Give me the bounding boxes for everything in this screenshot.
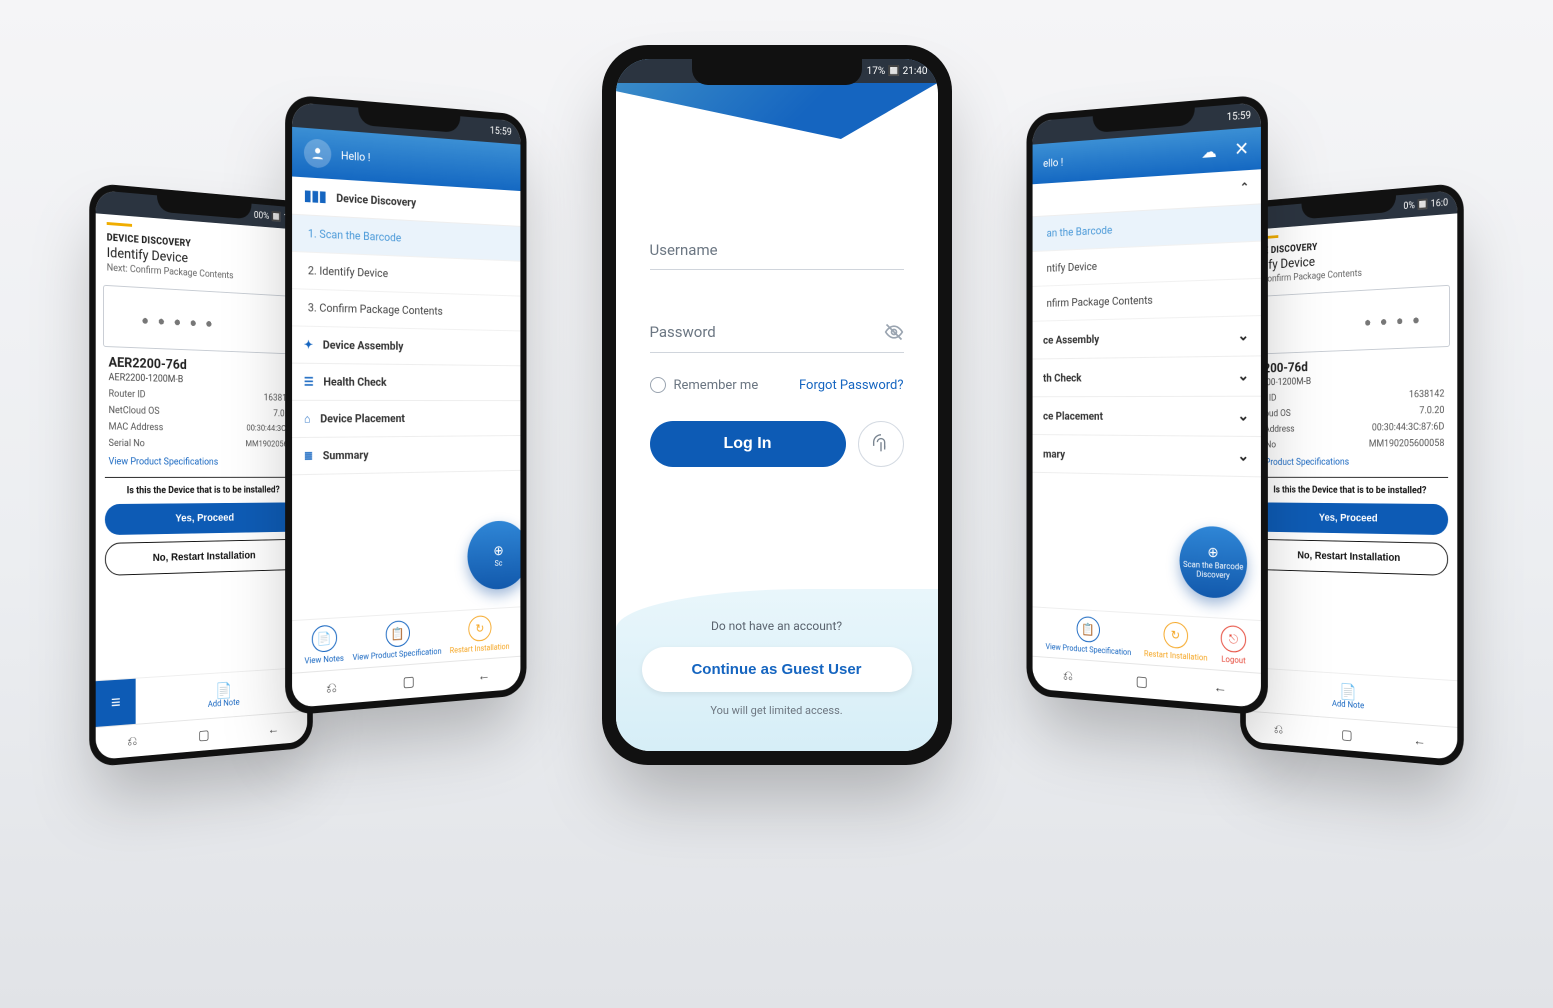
password-input[interactable]: Password <box>650 310 904 353</box>
summary-section[interactable]: mary⌄ <box>1033 435 1261 477</box>
recent-apps-icon[interactable]: ⎌ <box>1274 721 1283 736</box>
health-check-section[interactable]: ☰Health Check <box>292 364 520 401</box>
no-restart-button[interactable]: No, Restart Installation <box>1254 539 1448 576</box>
device-assembly-section[interactable]: ce Assembly⌄ <box>1033 316 1261 359</box>
chevron-down-icon: ⌄ <box>1238 368 1250 385</box>
hamburger-menu-icon[interactable]: ≡ <box>96 678 136 727</box>
chevron-down-icon: ⌄ <box>1238 328 1250 345</box>
step-confirm-contents[interactable]: 3. Confirm Package Contents <box>292 289 520 331</box>
device-assembly-section[interactable]: ✦Device Assembly <box>292 326 520 366</box>
assembly-icon: ✦ <box>304 338 313 352</box>
profile-icon[interactable]: ☁ <box>1201 142 1216 162</box>
netcloud-os-value: 7.0.20 <box>1419 405 1444 416</box>
back-icon[interactable]: ← <box>268 721 280 738</box>
recent-apps-icon[interactable]: ⎌ <box>1063 667 1073 683</box>
phone-identify-left: 00% 🔲 16:0 DEVICE DISCOVERY Identify Dev… <box>89 183 313 768</box>
home-icon[interactable]: ▢ <box>1341 727 1352 743</box>
netcloud-os-key: NetCloud OS <box>109 405 160 417</box>
phone-steps-left: 15:59 Hello ! ▮▮▮ Device Discovery 1. Sc… <box>285 94 526 716</box>
view-spec-button[interactable]: 📋View Product Specification <box>352 618 441 662</box>
summary-section[interactable]: ≣Summary <box>292 436 520 475</box>
confirm-question: Is this the Device that is to be install… <box>1254 477 1448 497</box>
no-restart-button[interactable]: No, Restart Installation <box>105 539 299 576</box>
close-icon[interactable]: ✕ <box>1234 138 1249 161</box>
scan-fab-button[interactable]: ⊕Scan the BarcodeDiscovery <box>1180 525 1248 599</box>
guest-user-button[interactable]: Continue as Guest User <box>642 647 912 692</box>
add-note-button[interactable]: 📄Add Note <box>1246 676 1457 718</box>
router-illustration <box>103 285 301 355</box>
view-spec-button[interactable]: 📋View Product Specification <box>1046 614 1132 657</box>
view-spec-link[interactable]: w Product Specifications <box>1257 457 1349 468</box>
add-note-button[interactable]: 📄Add Note <box>136 676 308 715</box>
serial-key: Serial No <box>109 438 145 449</box>
view-notes-button[interactable]: 📄View Notes <box>304 624 343 666</box>
no-account-text: Do not have an account? <box>642 619 912 633</box>
username-input[interactable]: Username <box>650 229 904 270</box>
logout-button[interactable]: ⎋Logout <box>1221 625 1246 666</box>
fingerprint-login-button[interactable] <box>858 421 904 467</box>
restart-install-button[interactable]: ↻Restart Installation <box>450 614 510 655</box>
login-button[interactable]: Log In <box>650 421 846 467</box>
restart-install-button[interactable]: ↻Restart Installation <box>1144 620 1208 663</box>
barcode-icon: ▮▮▮ <box>304 188 327 206</box>
password-placeholder: Password <box>650 323 716 341</box>
chevron-up-icon: ⌃ <box>1240 180 1249 194</box>
yes-proceed-button[interactable]: Yes, Proceed <box>1254 502 1448 535</box>
checklist-icon: ☰ <box>304 375 314 388</box>
view-spec-link[interactable]: View Product Specifications <box>109 457 219 468</box>
limited-access-note: You will get limited access. <box>642 704 912 717</box>
chevron-down-icon: ⌄ <box>1238 448 1250 465</box>
phone-identify-right: 0% 🔲 16:0 ICE DISCOVERY ntify Device t: … <box>1240 183 1464 768</box>
router-icon: ⌂ <box>304 412 311 425</box>
confirm-question: Is this the Device that is to be install… <box>105 477 299 497</box>
back-icon[interactable]: ← <box>1413 732 1426 749</box>
router-id-value: 1638142 <box>1409 389 1444 400</box>
mac-value: 00:30:44:3C:87:6D <box>1372 422 1445 434</box>
scan-fab-button[interactable]: ⊕Sc <box>467 520 520 591</box>
phone-steps-right: 15:59 ello ! ☁ ✕ ⌃ an the Barcode ntify … <box>1027 94 1268 716</box>
mac-key: MAC Address <box>109 422 164 433</box>
radio-icon <box>650 377 666 393</box>
home-icon[interactable]: ▢ <box>1136 673 1148 690</box>
greeting: Hello ! <box>341 148 371 163</box>
chevron-down-icon: ⌄ <box>1238 408 1250 424</box>
home-icon[interactable]: ▢ <box>403 673 415 690</box>
forgot-password-link[interactable]: Forgot Password? <box>799 378 904 393</box>
recent-apps-icon[interactable]: ⎌ <box>127 733 137 749</box>
health-check-section[interactable]: th Check⌄ <box>1033 356 1261 397</box>
avatar-icon[interactable] <box>304 138 331 169</box>
notch <box>692 55 862 85</box>
yes-proceed-button[interactable]: Yes, Proceed <box>105 502 299 535</box>
back-icon[interactable]: ← <box>1213 678 1227 696</box>
greeting: ello ! <box>1043 156 1063 170</box>
device-placement-section[interactable]: ce Placement⌄ <box>1033 397 1261 437</box>
remember-me-checkbox[interactable]: Remember me <box>650 377 759 393</box>
serial-value: MM190205600058 <box>1369 438 1445 449</box>
username-placeholder: Username <box>650 241 718 259</box>
recent-apps-icon[interactable]: ⎌ <box>326 679 337 696</box>
router-illustration <box>1252 285 1450 355</box>
home-icon[interactable]: ▢ <box>198 727 209 743</box>
back-icon[interactable]: ← <box>478 667 490 685</box>
summary-icon: ≣ <box>304 449 313 463</box>
step-confirm-contents[interactable]: nfirm Package Contents <box>1033 279 1261 322</box>
router-id-key: Router ID <box>109 389 146 401</box>
device-placement-section[interactable]: ⌂Device Placement <box>292 401 520 438</box>
phone-login: 17% 🔲 21:40 Username Password Remember m… <box>602 45 952 765</box>
toggle-password-visibility-icon[interactable] <box>884 322 904 342</box>
